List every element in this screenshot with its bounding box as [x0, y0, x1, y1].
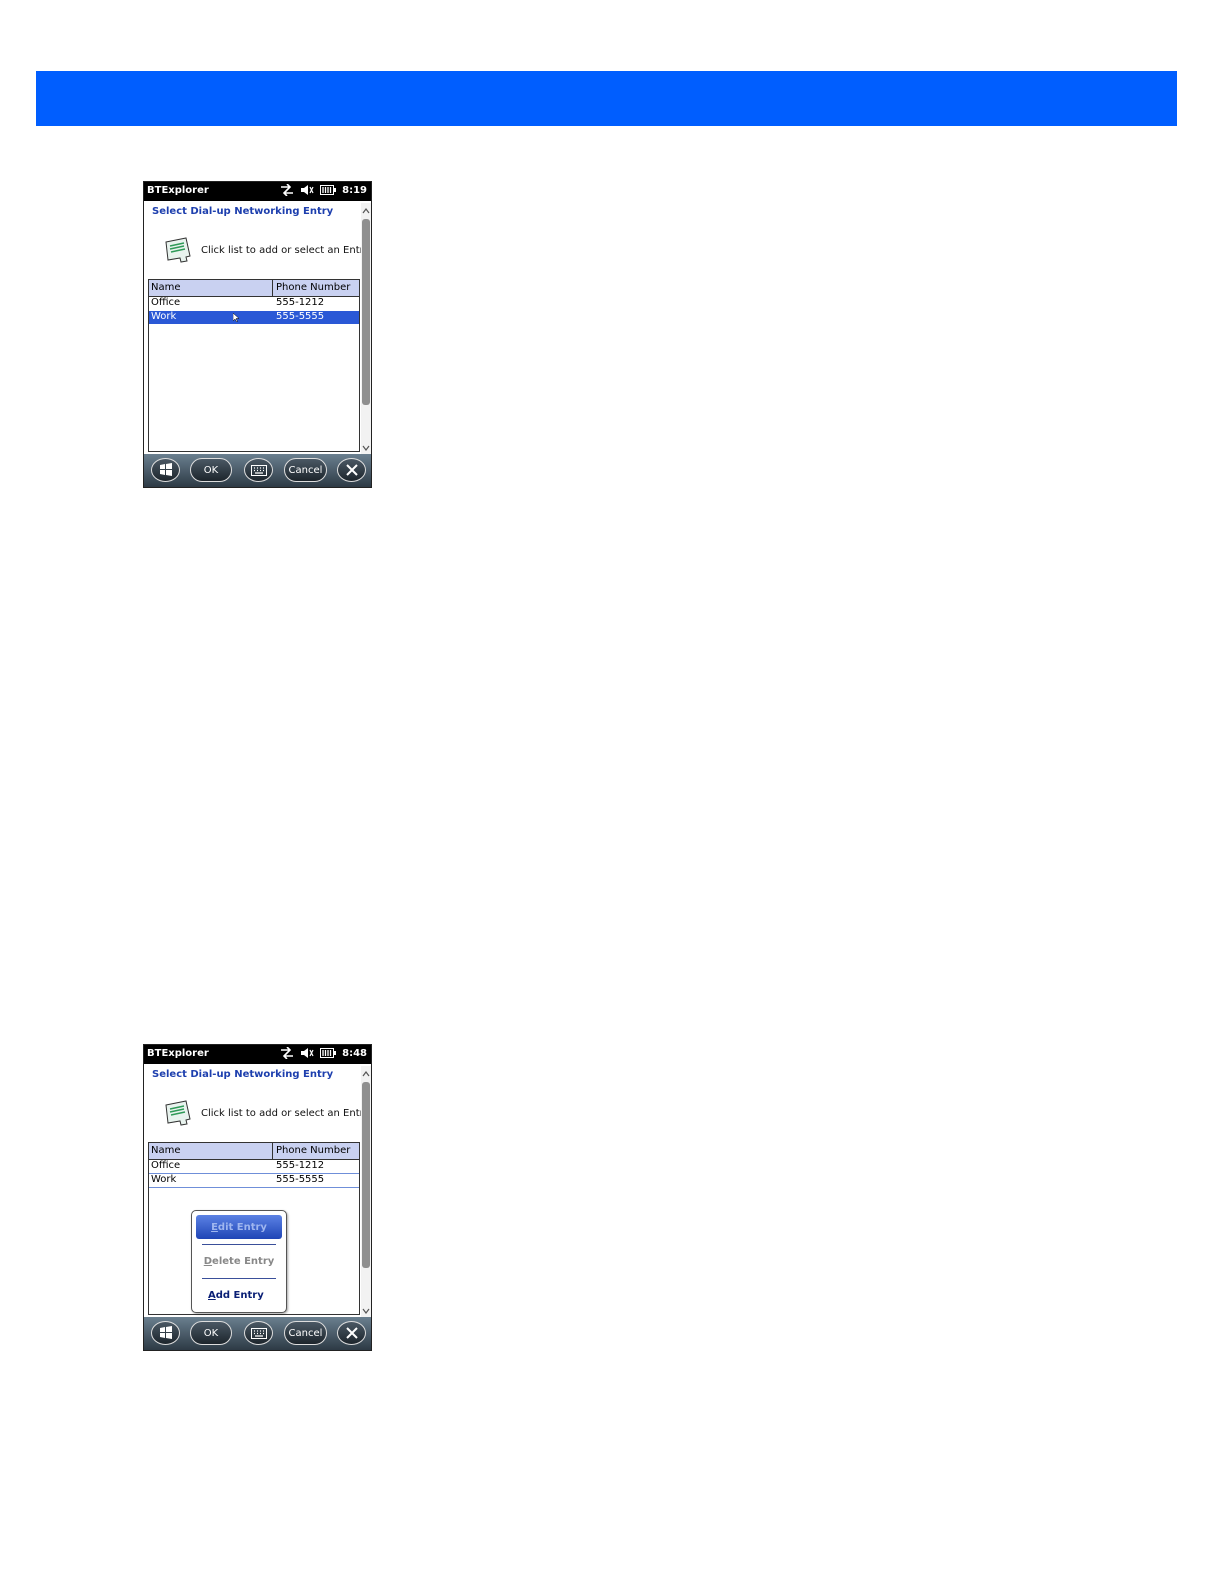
clock[interactable]: 8:48 — [342, 1048, 367, 1059]
instruction-text: Click list to add or select an Entry. — [201, 245, 372, 256]
status-icons: 8:19 — [280, 184, 367, 196]
speaker-muted-icon[interactable] — [300, 1047, 314, 1059]
softkey-bar: OK Cancel — [144, 454, 371, 487]
scroll-up-icon[interactable] — [361, 1068, 371, 1080]
status-bar: BTExplorer 8:19 — [144, 182, 371, 201]
context-menu: Edit Entry Delete Entry Add Entry — [191, 1210, 287, 1313]
page-header-banner — [36, 71, 1177, 126]
keyboard-button[interactable] — [244, 458, 273, 482]
softkey-bar: OK Cancel — [144, 1317, 371, 1350]
menu-item-edit-entry[interactable]: Edit Entry — [196, 1215, 282, 1239]
entry-phone: 555-5555 — [276, 1174, 325, 1185]
battery-icon[interactable] — [320, 185, 337, 195]
column-header-phone-number[interactable]: Phone Number — [276, 1145, 350, 1156]
close-button[interactable] — [337, 1321, 366, 1345]
menu-mnemonic: A — [208, 1289, 216, 1301]
clock[interactable]: 8:19 — [342, 185, 367, 196]
ok-button[interactable]: OK — [190, 458, 232, 482]
scroll-down-icon[interactable] — [361, 442, 371, 454]
close-icon — [345, 1327, 358, 1339]
screen-heading: Select Dial-up Networking Entry — [152, 1069, 334, 1080]
vertical-scrollbar[interactable] — [361, 203, 371, 454]
menu-mnemonic: D — [203, 1255, 213, 1267]
menu-item-delete-entry[interactable]: Delete Entry — [196, 1249, 282, 1273]
scroll-thumb[interactable] — [362, 219, 370, 405]
device-screen-1: BTExplorer 8:19 Select Dial-up Networkin… — [143, 181, 372, 488]
column-header-phone-number[interactable]: Phone Number — [276, 282, 350, 293]
battery-icon[interactable] — [320, 1048, 337, 1058]
scroll-down-icon[interactable] — [361, 1305, 371, 1317]
dialup-entry-icon — [165, 1100, 191, 1126]
keyboard-button[interactable] — [244, 1321, 273, 1345]
column-header-name[interactable]: Name — [151, 1145, 181, 1156]
start-button[interactable] — [151, 1321, 180, 1345]
ok-button[interactable]: OK — [190, 1321, 232, 1345]
list-header: Name Phone Number — [149, 1143, 359, 1160]
entry-name: Office — [151, 1160, 181, 1171]
menu-separator — [202, 1244, 276, 1245]
status-icons: 8:48 — [280, 1047, 367, 1059]
entry-name: Work — [151, 1174, 177, 1185]
pointer-cursor-icon — [233, 313, 239, 322]
sync-arrows-icon[interactable] — [280, 1047, 294, 1059]
close-icon — [345, 464, 358, 476]
dialup-entry-icon — [165, 237, 191, 263]
scroll-thumb[interactable] — [362, 1082, 370, 1268]
close-button[interactable] — [337, 458, 366, 482]
menu-mnemonic: E — [211, 1221, 218, 1233]
entry-name: Work — [151, 311, 177, 322]
status-bar: BTExplorer 8:48 — [144, 1045, 371, 1064]
start-button[interactable] — [151, 458, 180, 482]
list-row-work-selected[interactable]: Work 555-5555 — [149, 311, 359, 324]
menu-label: dit Entry — [217, 1221, 267, 1233]
list-row-office[interactable]: Office 555-1212 — [149, 1160, 359, 1174]
speaker-muted-icon[interactable] — [300, 184, 314, 196]
list-row-office[interactable]: Office 555-1212 — [149, 297, 359, 310]
keyboard-icon — [250, 1327, 267, 1339]
list-row-work[interactable]: Work 555-5555 — [149, 1174, 359, 1188]
app-title: BTExplorer — [147, 1048, 209, 1059]
instruction-text: Click list to add or select an Entry. — [201, 1108, 372, 1119]
entry-list[interactable]: Name Phone Number Office 555-1212 Work 5… — [148, 279, 360, 452]
windows-start-icon — [159, 1326, 172, 1339]
entry-phone: 555-5555 — [276, 311, 325, 322]
keyboard-icon — [250, 464, 267, 476]
entry-phone: 555-1212 — [276, 1160, 325, 1171]
vertical-scrollbar[interactable] — [361, 1066, 371, 1317]
menu-item-add-entry[interactable]: Add Entry — [196, 1283, 282, 1307]
column-header-name[interactable]: Name — [151, 282, 181, 293]
sync-arrows-icon[interactable] — [280, 184, 294, 196]
device-screen-2: BTExplorer 8:48 Select Dial-up Networkin… — [143, 1044, 372, 1351]
list-header: Name Phone Number — [149, 280, 359, 297]
entry-phone: 555-1212 — [276, 297, 325, 308]
menu-label: elete Entry — [212, 1255, 275, 1267]
scroll-up-icon[interactable] — [361, 205, 371, 217]
screen-heading: Select Dial-up Networking Entry — [152, 206, 334, 217]
windows-start-icon — [159, 463, 172, 476]
menu-separator — [202, 1278, 276, 1279]
cancel-button[interactable]: Cancel — [284, 1321, 327, 1345]
app-title: BTExplorer — [147, 185, 209, 196]
column-divider — [272, 280, 273, 296]
entry-name: Office — [151, 297, 181, 308]
cancel-button[interactable]: Cancel — [284, 458, 327, 482]
menu-label: dd Entry — [215, 1289, 264, 1301]
column-divider — [272, 1143, 273, 1159]
